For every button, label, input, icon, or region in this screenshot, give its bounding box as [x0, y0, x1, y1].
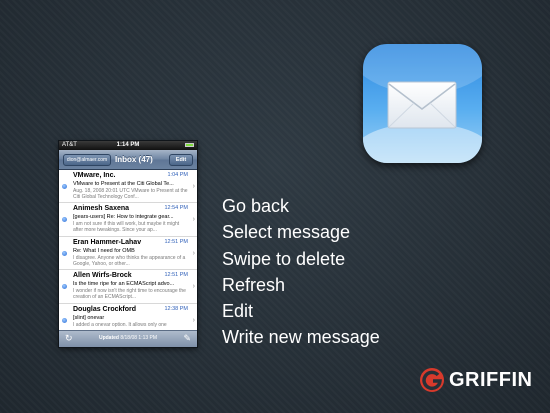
message-subject: VMware to Present at the Citi Global Te.…: [73, 181, 174, 187]
unread-dot-icon: [62, 284, 67, 290]
updated-time: 8/18/08 1:13 PM: [120, 335, 158, 341]
message-sender: Allen Wirfs-Brock: [73, 272, 132, 280]
unread-dot-icon: [62, 184, 67, 189]
message-list: VMware, Inc. 1:04 PM VMware to Present a…: [59, 170, 197, 330]
inbox-title: Inbox (47): [115, 155, 153, 164]
unread-dot-icon: [62, 250, 67, 256]
status-bar: AT&T 1:14 PM: [59, 141, 197, 150]
message-time: 12:51 PM: [164, 238, 188, 245]
status-clock: 1:14 PM: [116, 142, 140, 148]
unread-dot-icon: [62, 217, 67, 223]
brand-name: GRIFFIN: [449, 369, 533, 391]
phone-screen: AT&T 1:14 PM dion@almaer.com Inbox (47) …: [59, 141, 197, 347]
legend-item-select-message: Select message: [222, 222, 351, 243]
back-button[interactable]: dion@almaer.com: [63, 154, 111, 166]
griffin-mark-icon: [420, 368, 444, 392]
updated-label: Updated: [98, 335, 119, 341]
feature-legend: Go back Select message Swipe to delete R…: [222, 193, 380, 351]
battery-icon: [185, 143, 194, 147]
message-row[interactable]: Allen Wirfs-Brock 12:51 PM Is the time r…: [59, 270, 197, 304]
edit-button[interactable]: Edit: [169, 154, 193, 166]
legend-item-write-new-message: Write new message: [222, 327, 380, 348]
message-preview: Aug. 18, 2008 20:01 UTC VMware to Presen…: [73, 188, 188, 200]
message-row[interactable]: Douglas Crockford 12:38 PM [slint] oneva…: [59, 304, 197, 330]
message-preview: I disagree. Anyone who thinks the appear…: [73, 254, 186, 267]
chevron-right-icon: ›: [192, 283, 195, 291]
message-subject: Re: What I need for OMB: [73, 247, 135, 254]
message-subject: Is the time ripe for an ECMAScript advo.…: [73, 281, 175, 288]
legend-item-edit: Edit: [222, 301, 254, 322]
message-sender: Douglas Crockford: [73, 305, 137, 313]
message-sender: Animesh Saxena: [73, 205, 130, 213]
unread-dot-icon: [62, 317, 67, 323]
message-subject: [gears-users] Re: How to integrate gear.…: [73, 214, 174, 221]
chevron-right-icon: ›: [192, 183, 195, 190]
legend-item-go-back: Go back: [222, 196, 290, 216]
message-time: 1:04 PM: [167, 172, 188, 178]
message-subject: [slint] onevar: [73, 314, 105, 321]
envelope-icon: [387, 81, 457, 129]
legend-item-refresh: Refresh: [222, 274, 286, 295]
message-time: 12:51 PM: [164, 272, 188, 279]
message-time: 12:38 PM: [164, 305, 188, 312]
chevron-right-icon: ›: [192, 249, 195, 257]
chevron-right-icon: ›: [192, 316, 195, 324]
cloud-decoration: [363, 123, 482, 163]
message-preview: I am not sure if this will work, but may…: [73, 221, 180, 234]
message-sender: Eran Hammer-Lahav: [73, 238, 142, 246]
bottom-toolbar: ↻ Updated 8/18/08 1:13 PM ✎: [59, 330, 197, 347]
nav-bar: dion@almaer.com Inbox (47) Edit: [59, 150, 197, 170]
message-row[interactable]: Eran Hammer-Lahav 12:51 PM Re: What I ne…: [59, 237, 197, 271]
updated-status: Updated 8/18/08 1:13 PM: [59, 335, 197, 341]
message-row[interactable]: VMware, Inc. 1:04 PM VMware to Present a…: [59, 170, 197, 204]
message-time: 12:54 PM: [164, 205, 188, 212]
message-row[interactable]: Animesh Saxena 12:54 PM [gears-users] Re…: [59, 203, 197, 237]
message-preview: I wonder if now isn't the right time to …: [73, 288, 186, 301]
chevron-right-icon: ›: [192, 216, 195, 224]
mail-app-icon: [363, 44, 482, 163]
compose-icon[interactable]: ✎: [183, 333, 191, 344]
legend-item-swipe-to-delete: Swipe to delete: [222, 248, 346, 269]
message-preview: I added a onevar option. It allows only …: [73, 321, 167, 328]
message-sender: VMware, Inc.: [73, 172, 116, 179]
